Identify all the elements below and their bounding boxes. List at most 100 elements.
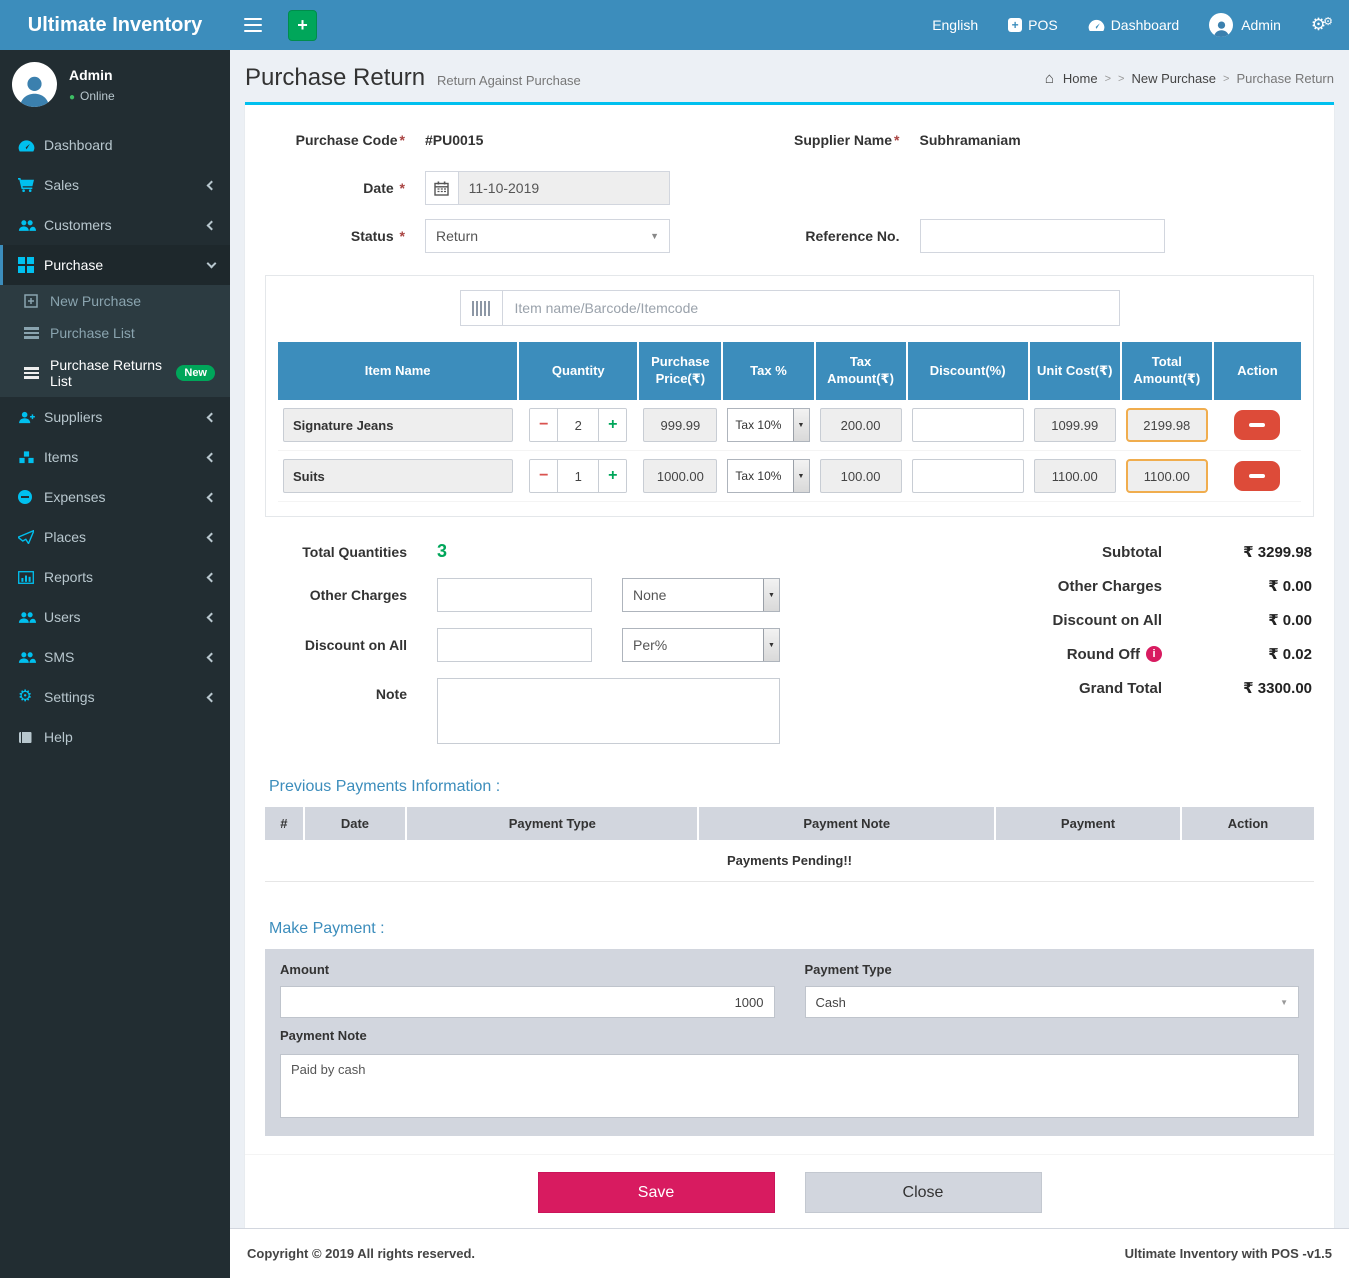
total-amount-input[interactable] (1126, 408, 1208, 442)
reference-input[interactable] (920, 219, 1165, 253)
tax-selected-value: Tax 10% (728, 418, 792, 432)
quick-add-button[interactable]: + (288, 10, 317, 41)
remove-row-button[interactable] (1234, 410, 1280, 440)
sidebar-item-label: Help (44, 729, 215, 745)
note-textarea[interactable] (437, 678, 780, 744)
discount-input[interactable] (912, 459, 1024, 493)
purchase-price-input[interactable] (643, 459, 717, 493)
home-icon: ⌂ (1045, 70, 1054, 87)
discount-type-select[interactable]: Per% ▼ (622, 628, 780, 662)
paper-plane-icon (18, 530, 44, 544)
sidebar-item-purchase-returns-list[interactable]: Purchase Returns List New (0, 349, 230, 397)
item-name-input[interactable] (283, 408, 513, 442)
sidebar-menu: Dashboard Sales Customers Purchase (0, 125, 230, 757)
sidebar-item-label: Settings (44, 689, 208, 705)
save-button[interactable]: Save (538, 1172, 775, 1213)
chevron-left-icon (207, 180, 217, 190)
page-footer: Copyright © 2019 All rights reserved. Ul… (230, 1228, 1349, 1278)
gear-icon: ⚙ (1323, 16, 1333, 28)
other-charges-label: Other Charges (267, 587, 407, 603)
col-purchase-price: Purchase Price(₹) (638, 342, 722, 400)
sidebar-item-settings[interactable]: ⚙ Settings (0, 677, 230, 717)
brand-logo[interactable]: Ultimate Inventory (0, 0, 230, 50)
dashboard-link[interactable]: Dashboard (1088, 17, 1180, 33)
sidebar-item-dashboard[interactable]: Dashboard (0, 125, 230, 165)
tax-select[interactable]: Tax 10% ▼ (727, 459, 809, 493)
settings-menu[interactable]: ⚙⚙ (1311, 15, 1333, 35)
breadcrumb-home[interactable]: Home (1063, 71, 1098, 86)
content-header: Purchase Return Return Against Purchase … (230, 50, 1349, 102)
qty-decrease-button[interactable]: − (530, 409, 557, 441)
close-button[interactable]: Close (805, 1172, 1042, 1213)
pos-link[interactable]: + POS (1008, 17, 1058, 33)
sidebar-toggle-button[interactable] (230, 4, 276, 46)
sidebar-item-places[interactable]: Places (0, 517, 230, 557)
user-avatar (12, 62, 57, 107)
tax-amount-input[interactable] (820, 408, 902, 442)
item-row: − + Tax 10% ▼ (278, 451, 1301, 502)
required-mark: * (894, 132, 899, 148)
qty-input[interactable] (557, 460, 599, 492)
discount-input[interactable] (912, 408, 1024, 442)
sidebar-item-customers[interactable]: Customers (0, 205, 230, 245)
qty-increase-button[interactable]: + (599, 460, 626, 492)
total-quantities-label: Total Quantities (267, 544, 407, 560)
sidebar-item-users[interactable]: Users (0, 597, 230, 637)
sidebar-item-help[interactable]: Help (0, 717, 230, 757)
sidebar-item-items[interactable]: Items (0, 437, 230, 477)
hamburger-icon (244, 18, 262, 20)
purchase-return-box: Purchase Code* #PU0015 Date * St (245, 102, 1334, 1228)
item-search-input[interactable] (502, 290, 1120, 326)
language-menu[interactable]: English (932, 17, 978, 33)
item-name-input[interactable] (283, 459, 513, 493)
navbar-right: English + POS Dashboard Admin ⚙⚙ (932, 13, 1349, 37)
discount-on-all-input[interactable] (437, 628, 592, 662)
pos-icon: + (1008, 18, 1022, 32)
round-off-label: Round Offi (892, 646, 1162, 663)
sidebar-item-new-purchase[interactable]: New Purchase (0, 285, 230, 317)
subtotal-label: Subtotal (892, 544, 1162, 561)
breadcrumb-new-purchase[interactable]: New Purchase (1131, 71, 1216, 86)
date-input[interactable] (458, 171, 670, 205)
note-label: Note (267, 678, 407, 702)
sidebar-item-purchase-list[interactable]: Purchase List (0, 317, 230, 349)
minus-circle-icon (18, 490, 44, 504)
chevron-left-icon (207, 612, 217, 622)
purchase-price-input[interactable] (643, 408, 717, 442)
sidebar-item-reports[interactable]: Reports (0, 557, 230, 597)
user-panel: Admin ●Online (0, 50, 230, 121)
date-input-group (425, 171, 670, 205)
payment-type-select[interactable]: Cash ▼ (805, 986, 1300, 1018)
sidebar-item-label: Reports (44, 569, 208, 585)
gears-icon: ⚙ (18, 689, 44, 705)
total-amount-input[interactable] (1126, 459, 1208, 493)
tax-selected-value: Tax 10% (728, 469, 792, 483)
payment-note-textarea[interactable]: Paid by cash (280, 1054, 1299, 1118)
sidebar-item-sms[interactable]: SMS (0, 637, 230, 677)
tax-amount-input[interactable] (820, 459, 902, 493)
breadcrumb-current: Purchase Return (1236, 71, 1334, 86)
other-charges-type-select[interactable]: None ▼ (622, 578, 780, 612)
pay-col-action: Action (1181, 807, 1314, 840)
unit-cost-input[interactable] (1034, 459, 1116, 493)
user-menu[interactable]: Admin (1209, 13, 1281, 37)
qty-increase-button[interactable]: + (599, 409, 626, 441)
sidebar-item-expenses[interactable]: Expenses (0, 477, 230, 517)
sidebar-item-sales[interactable]: Sales (0, 165, 230, 205)
qty-decrease-button[interactable]: − (530, 460, 557, 492)
calendar-icon[interactable] (425, 171, 458, 205)
discount-type-value: Per% (623, 637, 763, 653)
other-charges-input[interactable] (437, 578, 592, 612)
unit-cost-input[interactable] (1034, 408, 1116, 442)
sidebar-item-suppliers[interactable]: Suppliers (0, 397, 230, 437)
sidebar-item-purchase[interactable]: Purchase (0, 245, 230, 285)
amount-input[interactable] (280, 986, 775, 1018)
remove-row-button[interactable] (1234, 461, 1280, 491)
info-icon[interactable]: i (1146, 646, 1162, 662)
discount-total-value: ₹ 0.00 (1162, 611, 1312, 629)
tax-select[interactable]: Tax 10% ▼ (727, 408, 809, 442)
qty-input[interactable] (557, 409, 599, 441)
make-payment-heading: Make Payment : (269, 920, 1314, 938)
required-mark: * (400, 228, 405, 244)
status-select[interactable]: Return ▼ (425, 219, 670, 253)
